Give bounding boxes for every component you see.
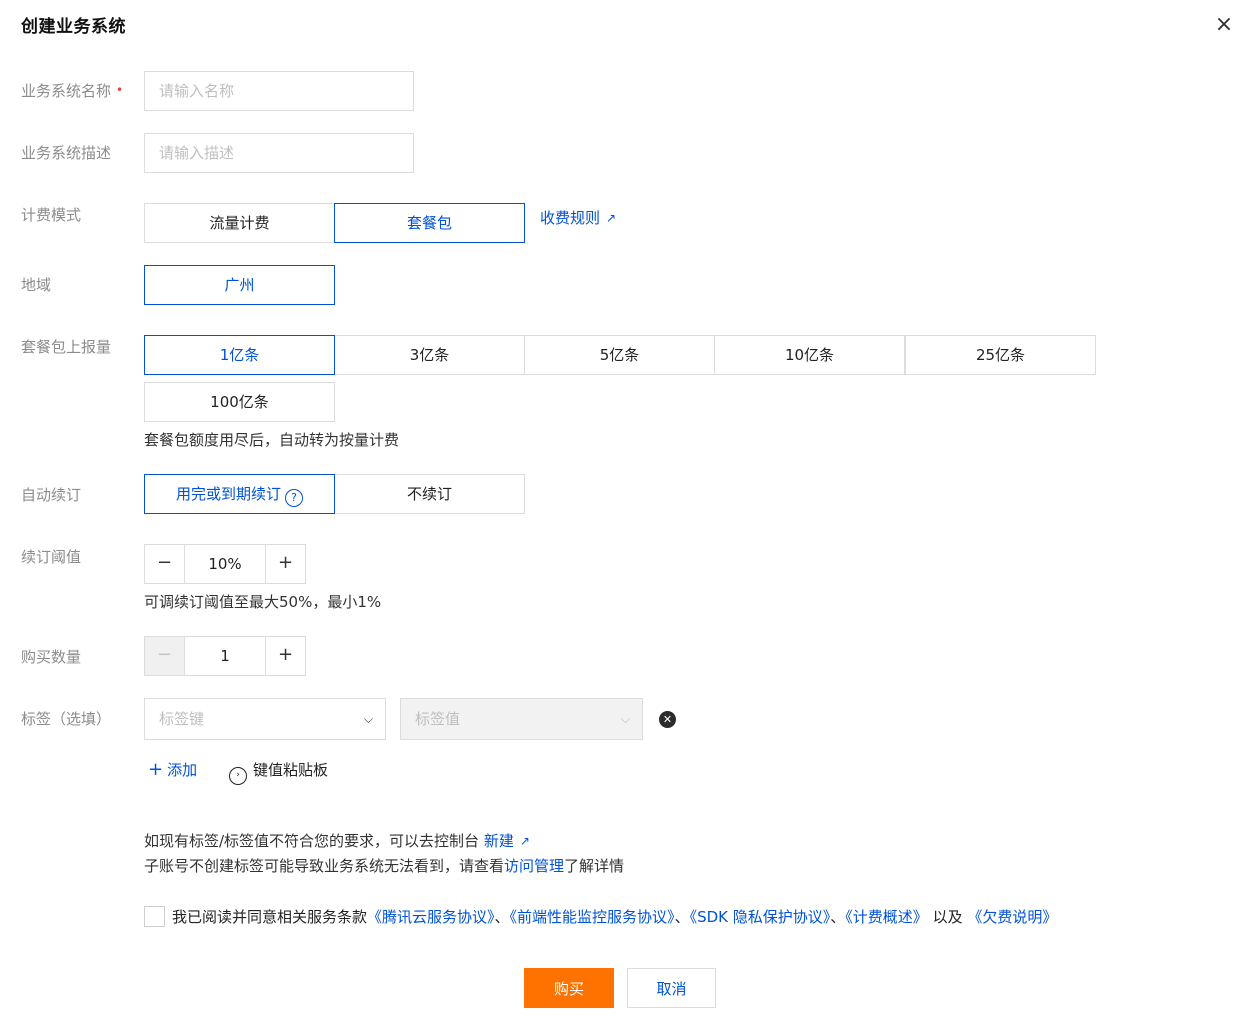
new-tag-link[interactable]: 新建: [484, 832, 514, 850]
chevron-down-icon: ⌵: [363, 712, 373, 726]
agreement-sep: 、: [494, 908, 510, 926]
quantity-label: 购买数量: [21, 648, 82, 666]
package-option-3[interactable]: 3亿条: [334, 335, 525, 375]
renew-label: 自动续订: [21, 486, 82, 504]
package-label: 套餐包上报量: [21, 338, 112, 356]
quantity-stepper: − 1 +: [144, 636, 306, 676]
renew-option-auto[interactable]: 用完或到期续订?: [144, 474, 335, 514]
agreement-link-rum[interactable]: 《前端性能监控服务协议》: [510, 908, 675, 926]
agreement-prefix: 我已阅读并同意相关服务条款: [172, 908, 368, 926]
required-mark: •: [116, 83, 124, 97]
help-circle-icon[interactable]: ?: [285, 489, 303, 507]
quantity-plus-button[interactable]: +: [265, 637, 305, 675]
tags-note-line2: 子账号不创建标签可能导致业务系统无法看到，请查看访问管理了解详情: [144, 855, 624, 876]
tags-note-prefix: 子账号不创建标签可能导致业务系统无法看到，请查看: [144, 857, 505, 875]
name-label-text: 业务系统名称: [21, 82, 112, 100]
add-tag-button[interactable]: + 添加: [148, 759, 197, 780]
region-label: 地域: [21, 276, 52, 294]
dialog-title: 创建业务系统: [21, 17, 126, 37]
external-link-icon: ↗: [519, 834, 530, 848]
name-input[interactable]: [144, 71, 414, 111]
billing-option-traffic[interactable]: 流量计费: [144, 203, 335, 243]
agreement-link-arrears[interactable]: 《欠费说明》: [967, 908, 1057, 926]
threshold-plus-button[interactable]: +: [265, 545, 305, 583]
cancel-button[interactable]: 取消: [627, 968, 716, 1008]
billing-rules-link[interactable]: 收费规则 ↗: [540, 207, 616, 228]
external-link-icon: ↗: [606, 211, 617, 225]
tag-value-select[interactable]: 标签值 ⌵: [400, 698, 643, 740]
renew-option-auto-text: 用完或到期续订: [175, 485, 281, 503]
tag-key-placeholder: 标签键: [159, 710, 205, 728]
threshold-stepper: − 10% +: [144, 544, 306, 584]
package-option-10[interactable]: 10亿条: [714, 335, 905, 375]
region-option-guangzhou[interactable]: 广州: [144, 265, 335, 305]
agreement-sep: 、: [830, 908, 846, 926]
billing-rules-text[interactable]: 收费规则: [540, 209, 600, 227]
tags-note-text: 如现有标签/标签值不符合您的要求，可以去控制台: [144, 832, 480, 850]
quantity-value[interactable]: 1: [185, 637, 265, 675]
desc-input[interactable]: [144, 133, 414, 173]
name-label: 业务系统名称 •: [21, 80, 123, 101]
agreement-checkbox[interactable]: [144, 906, 165, 927]
threshold-value[interactable]: 10%: [185, 545, 265, 583]
paste-board-label: 键值粘贴板: [253, 761, 329, 779]
agreement-sep: 、: [674, 908, 690, 926]
access-management-link[interactable]: 访问管理: [504, 857, 564, 875]
clear-tag-icon[interactable]: ✕: [659, 711, 676, 728]
package-hint: 套餐包额度用尽后，自动转为按量计费: [144, 431, 400, 449]
chevron-right-circle-icon: ›: [229, 767, 247, 785]
chevron-down-icon: ⌵: [620, 712, 630, 726]
plus-icon: +: [148, 759, 164, 780]
tag-key-select[interactable]: 标签键 ⌵: [144, 698, 386, 740]
agreement-text: 我已阅读并同意相关服务条款《腾讯云服务协议》、《前端性能监控服务协议》、《SDK…: [172, 906, 1057, 927]
agreement-link-sdk[interactable]: 《SDK 隐私保护协议》: [690, 908, 831, 926]
tags-note-line1: 如现有标签/标签值不符合您的要求，可以去控制台 新建 ↗: [144, 830, 530, 851]
tags-label: 标签（选填）: [21, 710, 112, 728]
tag-value-placeholder: 标签值: [415, 710, 461, 728]
package-option-100[interactable]: 100亿条: [144, 382, 335, 422]
threshold-label: 续订阈值: [21, 548, 82, 566]
agreement-link-billing[interactable]: 《计费概述》: [845, 908, 928, 926]
threshold-hint: 可调续订阈值至最大50%，最小1%: [144, 593, 382, 611]
paste-board-button[interactable]: › 键值粘贴板: [229, 759, 328, 785]
renew-option-none[interactable]: 不续订: [334, 474, 525, 514]
billing-option-package[interactable]: 套餐包: [334, 203, 525, 243]
quantity-minus-button[interactable]: −: [145, 637, 185, 675]
package-option-1[interactable]: 1亿条: [144, 335, 335, 375]
buy-button[interactable]: 购买: [524, 968, 614, 1008]
threshold-minus-button[interactable]: −: [145, 545, 185, 583]
close-icon[interactable]: ×: [1212, 14, 1236, 38]
package-option-25[interactable]: 25亿条: [905, 335, 1096, 375]
desc-label: 业务系统描述: [21, 144, 112, 162]
billing-label: 计费模式: [21, 206, 82, 224]
agreement-link-tencent[interactable]: 《腾讯云服务协议》: [367, 908, 495, 926]
tags-note-suffix: 了解详情: [564, 857, 625, 875]
agreement-and: 以及: [932, 908, 963, 926]
package-option-5[interactable]: 5亿条: [524, 335, 715, 375]
add-tag-label: 添加: [167, 761, 198, 779]
